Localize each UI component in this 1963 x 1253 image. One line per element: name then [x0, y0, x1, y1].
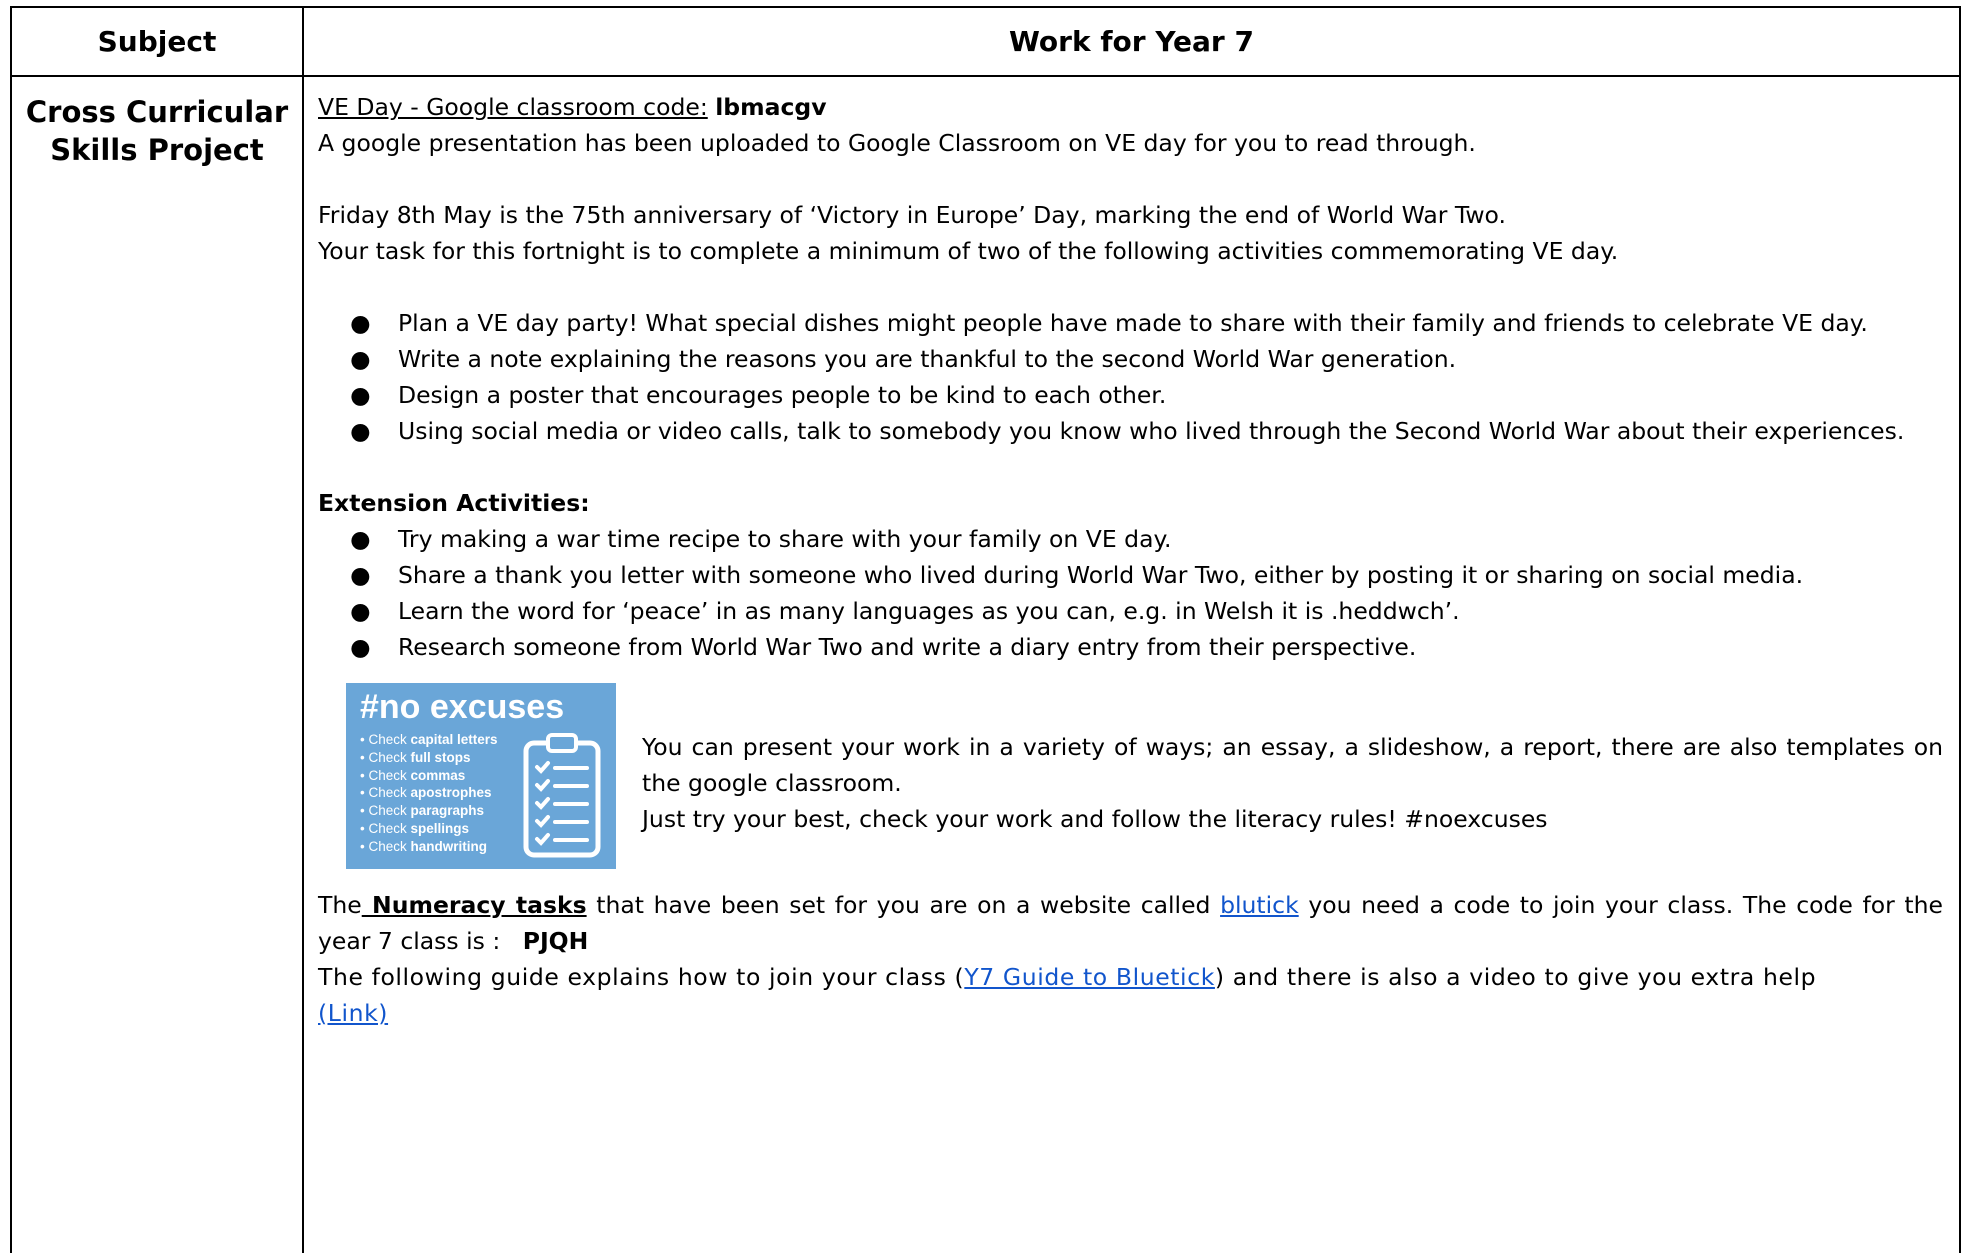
- work-header: Work for Year 7: [302, 6, 1961, 77]
- no-excuses-poster: #no excuses • Check capital letters • Ch…: [346, 683, 616, 869]
- task-text: Your task for this fortnight is to compl…: [318, 237, 1619, 265]
- list-item: • Check full stops: [360, 749, 471, 765]
- list-item: ● Using social media or video calls, talk…: [350, 417, 1905, 445]
- list-item: • Check apostrophes: [360, 785, 492, 801]
- class-code: PJQH: [522, 927, 589, 955]
- list-item: • Check commas: [360, 767, 466, 783]
- poster-checklist: • Check capital letters • Check full sto…: [360, 731, 498, 856]
- list-item: ● Research someone from World War Two and…: [350, 633, 1417, 661]
- bluetick-guide-link[interactable]: Y7 Guide to Bluetick: [964, 963, 1215, 991]
- table-row: Cross Curricular Skills Project VE Day -…: [10, 75, 1961, 1253]
- numeracy-tasks-link[interactable]: Numeracy tasks: [362, 891, 587, 919]
- list-item: • Check paragraphs: [360, 803, 485, 819]
- list-item: • Check spellings: [360, 820, 470, 836]
- classroom-link[interactable]: VE Day - Google classroom code:: [318, 93, 708, 121]
- presentation-line-1: You can present your work in a variety o…: [642, 733, 1943, 797]
- presentation-section: #no excuses • Check capital letters • Ch…: [346, 683, 1943, 869]
- list-item: ● Plan a VE day party! What special dishe…: [350, 309, 1868, 337]
- activities-list: ● Plan a VE day party! What special dishe…: [318, 305, 1943, 449]
- subject-cell: Cross Curricular Skills Project: [10, 75, 304, 1253]
- list-item: ● Try making a war time recipe to share w…: [350, 525, 1172, 553]
- poster-title: #no excuses: [360, 688, 565, 726]
- video-link[interactable]: (Link): [318, 999, 388, 1027]
- list-item: ● Write a note explaining the reasons you…: [350, 345, 1457, 373]
- work-table: Subject Work for Year 7 Cross Curricular…: [10, 6, 1961, 1253]
- anniversary-text: Friday 8th May is the 75th anniversary o…: [318, 201, 1506, 229]
- list-item: ● Learn the word for ‘peace’ in as many l…: [350, 597, 1460, 625]
- header-row: Subject Work for Year 7: [10, 6, 1961, 77]
- guide-paragraph: The following guide explains how to join…: [318, 963, 1817, 1027]
- work-cell: VE Day - Google classroom code: lbmacgv …: [302, 75, 1961, 1253]
- presentation-line-2: Just try your best, check your work and …: [642, 805, 1548, 833]
- clipboard-checklist-icon: [523, 733, 601, 858]
- intro-text: A google presentation has been uploaded …: [318, 129, 1476, 157]
- presentation-text: You can present your work in a variety o…: [642, 729, 1943, 837]
- list-item: • Check capital letters: [360, 732, 498, 747]
- list-item: • Check handwriting: [360, 838, 488, 854]
- list-item: ● Share a thank you letter with someone w…: [350, 561, 1804, 589]
- numeracy-paragraph: The Numeracy tasks that have been set fo…: [318, 891, 1943, 955]
- subject-header: Subject: [10, 6, 304, 77]
- classroom-line: VE Day - Google classroom code: lbmacgv: [318, 89, 1943, 125]
- extension-list: ● Try making a war time recipe to share w…: [318, 521, 1943, 665]
- classroom-code: lbmacgv: [715, 93, 827, 121]
- extension-title: Extension Activities:: [318, 489, 590, 517]
- list-item: ● Design a poster that encourages people …: [350, 381, 1167, 409]
- blutick-link[interactable]: blutick: [1220, 891, 1299, 919]
